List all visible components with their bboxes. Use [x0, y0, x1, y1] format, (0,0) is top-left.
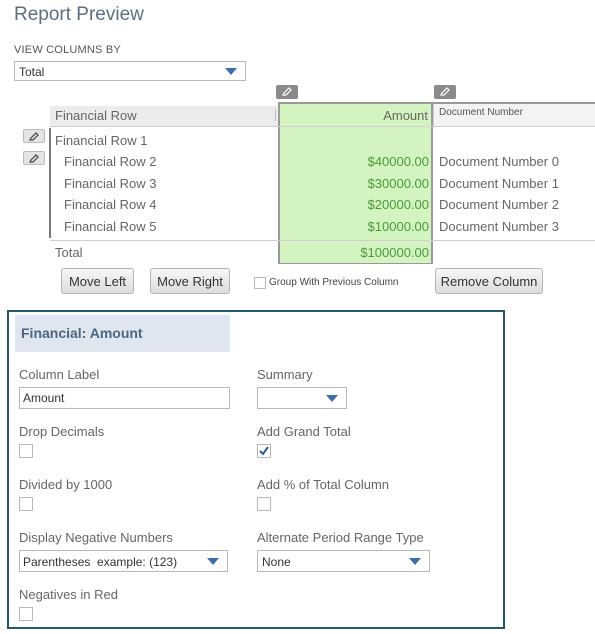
summary-label: Summary: [257, 367, 313, 382]
table-row-doc: Document Number 1: [439, 176, 559, 191]
move-left-button[interactable]: Move Left: [61, 268, 134, 294]
alt-period-select[interactable]: None: [257, 550, 430, 572]
table-row-doc: Document Number 0: [439, 154, 559, 169]
display-negative-label: Display Negative Numbers: [19, 530, 173, 545]
pencil-icon: [282, 87, 292, 96]
table-row-amount: $40000.00: [367, 154, 429, 169]
parent-row-label: Financial Row 1: [55, 133, 148, 148]
total-label: Total: [55, 245, 83, 260]
table-row-label: Financial Row 2: [64, 154, 157, 169]
checkmark-icon: [259, 446, 269, 456]
summary-select[interactable]: [257, 387, 347, 409]
move-right-button[interactable]: Move Right: [150, 268, 230, 294]
chevron-down-icon: [409, 558, 421, 565]
view-columns-value: Total: [19, 65, 45, 79]
add-grand-total-label: Add Grand Total: [257, 424, 351, 439]
row-group-bar: [49, 128, 51, 238]
remove-column-button[interactable]: Remove Column: [435, 268, 543, 294]
drop-decimals-checkbox[interactable]: [19, 444, 33, 458]
chevron-down-icon: [225, 68, 237, 75]
total-amount: $100000.00: [360, 245, 429, 260]
table-row-label: Financial Row 3: [64, 176, 157, 191]
divided-by-1000-label: Divided by 1000: [19, 477, 113, 492]
divided-by-1000-checkbox[interactable]: [19, 497, 33, 511]
edit-row-1-button[interactable]: [23, 129, 45, 143]
pencil-icon: [29, 154, 39, 163]
add-pct-total-checkbox[interactable]: [257, 497, 271, 511]
chevron-down-icon: [207, 558, 219, 565]
group-with-previous-checkbox[interactable]: [254, 277, 266, 289]
display-negative-select[interactable]: Parentheses example: (123): [19, 550, 228, 572]
column-label-label: Column Label: [19, 367, 100, 382]
header-financial-row: Financial Row: [55, 108, 137, 123]
add-pct-total-label: Add % of Total Column: [257, 477, 389, 492]
page-title: Report Preview: [14, 4, 144, 25]
display-negative-value: Parentheses example: (123): [23, 555, 178, 569]
header-underline: [50, 126, 595, 127]
header-document-number: Document Number: [439, 107, 523, 118]
total-divider: [50, 240, 595, 241]
table-row-label: Financial Row 5: [64, 219, 157, 234]
group-with-previous-label: Group With Previous Column: [269, 277, 399, 288]
column-settings-panel: [7, 310, 505, 629]
table-row-label: Financial Row 4: [64, 197, 157, 212]
negatives-red-checkbox[interactable]: [19, 607, 33, 621]
edit-amount-column-button[interactable]: [276, 85, 298, 99]
pencil-icon: [440, 87, 450, 96]
table-row-doc: Document Number 3: [439, 219, 559, 234]
alt-period-label: Alternate Period Range Type: [257, 530, 424, 545]
column-label-input[interactable]: [19, 387, 230, 409]
pencil-icon: [29, 132, 39, 141]
negatives-red-label: Negatives in Red: [19, 587, 118, 602]
edit-row-2-button[interactable]: [23, 151, 45, 165]
alt-period-value: None: [262, 555, 291, 569]
table-row-doc: Document Number 2: [439, 197, 559, 212]
table-row-amount: $20000.00: [367, 197, 429, 212]
drop-decimals-label: Drop Decimals: [19, 424, 105, 439]
header-amount: Amount: [383, 108, 428, 123]
panel-heading: Financial: Amount: [15, 315, 230, 352]
view-columns-select[interactable]: Total: [14, 61, 246, 81]
table-row-amount: $10000.00: [367, 219, 429, 234]
edit-document-number-column-button[interactable]: [434, 85, 456, 99]
header-divider: [275, 109, 276, 121]
chevron-down-icon: [326, 395, 338, 402]
view-columns-label: VIEW COLUMNS BY: [14, 44, 121, 56]
add-grand-total-checkbox[interactable]: [257, 444, 271, 458]
table-row-amount: $30000.00: [367, 176, 429, 191]
